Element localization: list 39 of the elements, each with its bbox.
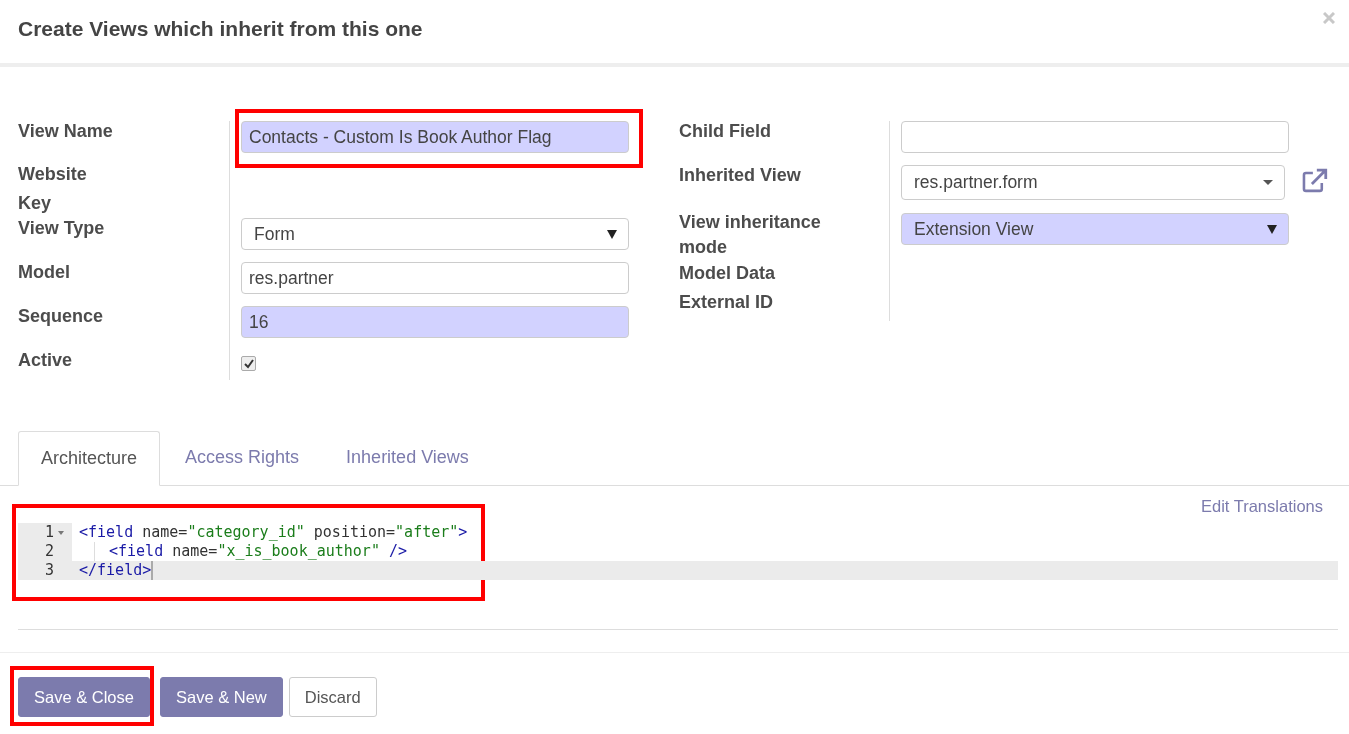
- field-label: External ID: [679, 291, 774, 314]
- discard-button[interactable]: Discard: [288, 677, 377, 717]
- field-label: View inheritance mode: [679, 211, 822, 259]
- field-label: View Name: [18, 120, 113, 143]
- dropdown-arrow-icon: [1267, 224, 1277, 234]
- field-label: Active: [18, 349, 73, 372]
- line-number: 3: [44, 561, 54, 580]
- dialog-title: Create Views which inherit from this one: [18, 16, 423, 41]
- edit-translations-link[interactable]: Edit Translations: [1201, 497, 1323, 516]
- fold-icon[interactable]: [58, 530, 64, 535]
- external-link-icon[interactable]: [1301, 167, 1329, 194]
- tab[interactable]: Architecture: [18, 431, 161, 486]
- code-line: <field name="category_id" position="after">: [79, 523, 468, 542]
- code-line: </field>: [79, 561, 152, 580]
- code-line: <field name="x_is_book_author" />: [109, 542, 408, 561]
- field-label: Inherited View: [679, 164, 801, 187]
- save-button[interactable]: Save & Close: [18, 677, 150, 717]
- field-label: View Type: [18, 217, 105, 240]
- text-field[interactable]: [901, 121, 1289, 153]
- line-number: 1: [44, 523, 54, 542]
- code-editor[interactable]: 1 <field name="category_id" position="after"> 2 <field name="x_is_book_author" /> 3 </field>: [18, 523, 1338, 580]
- tab[interactable]: Inherited Views: [324, 431, 491, 485]
- checkbox[interactable]: [241, 356, 256, 371]
- field-label: Website Key: [18, 163, 88, 215]
- tab[interactable]: Access Rights: [163, 431, 322, 485]
- caret-icon: [1263, 180, 1274, 185]
- select-field[interactable]: res.partner.form: [901, 165, 1286, 200]
- select-field[interactable]: Extension View: [901, 213, 1289, 245]
- field-label: Model Data: [679, 262, 775, 285]
- field-label: Child Field: [679, 120, 771, 143]
- text-field[interactable]: Contacts - Custom Is Book Author Flag: [241, 121, 629, 153]
- field-label: Sequence: [18, 305, 104, 328]
- save-button[interactable]: Save & New: [159, 677, 283, 717]
- text-field[interactable]: res.partner: [241, 262, 629, 294]
- line-number: 2: [44, 542, 54, 561]
- select-field[interactable]: Form: [241, 218, 629, 250]
- field-label: Model: [18, 261, 70, 284]
- text-field[interactable]: 16: [241, 306, 629, 338]
- dropdown-arrow-icon: [607, 229, 617, 239]
